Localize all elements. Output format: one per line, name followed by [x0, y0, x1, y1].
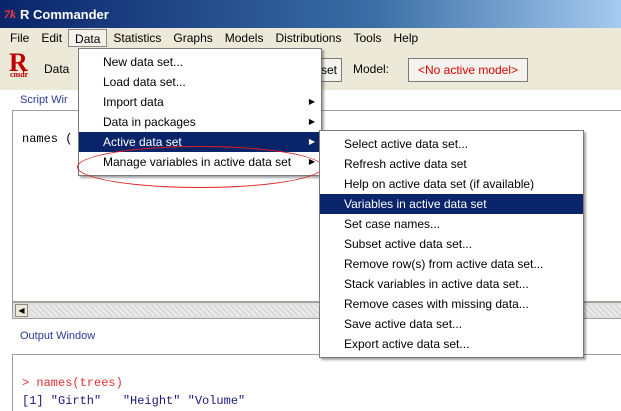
- menu-item-label: Export active data set...: [344, 337, 470, 351]
- menu-distributions[interactable]: Distributions: [269, 29, 347, 47]
- menu-item-label: Variables in active data set: [344, 197, 487, 211]
- menu-item-label: Select active data set...: [344, 137, 469, 151]
- menu-item-load-data-set[interactable]: Load data set...: [79, 72, 321, 92]
- menu-item-label: Stack variables in active data set...: [344, 277, 529, 291]
- menu-item-label: Set case names...: [344, 217, 441, 231]
- menu-item-remove-rows[interactable]: Remove row(s) from active data set...: [320, 254, 583, 274]
- menu-item-export-active-data-set[interactable]: Export active data set...: [320, 334, 583, 354]
- model-button[interactable]: <No active model>: [408, 58, 528, 82]
- menu-item-stack-variables[interactable]: Stack variables in active data set...: [320, 274, 583, 294]
- menu-item-label: Remove row(s) from active data set...: [344, 257, 544, 271]
- menu-item-save-active-data-set[interactable]: Save active data set...: [320, 314, 583, 334]
- menu-item-label: Help on active data set (if available): [344, 177, 535, 191]
- menu-item-label: Save active data set...: [344, 317, 463, 331]
- menu-item-label: Import data: [103, 95, 164, 109]
- menu-item-label: New data set...: [103, 55, 184, 69]
- menu-item-variables-in-active-data-set[interactable]: Variables in active data set: [320, 194, 583, 214]
- scroll-left-icon[interactable]: ◀: [15, 304, 28, 317]
- app-logo-icon: 7k: [4, 6, 16, 21]
- menu-item-refresh-active-data-set[interactable]: Refresh active data set: [320, 154, 583, 174]
- model-label: Model:: [353, 62, 390, 76]
- menu-item-label: Data in packages: [103, 115, 196, 129]
- menu-item-remove-cases-missing[interactable]: Remove cases with missing data...: [320, 294, 583, 314]
- menu-graphs[interactable]: Graphs: [167, 29, 218, 47]
- submenu-arrow-icon: ▶: [308, 117, 315, 126]
- menu-item-subset-active-data-set[interactable]: Subset active data set...: [320, 234, 583, 254]
- menu-item-label: Refresh active data set: [344, 157, 467, 171]
- submenu-arrow-icon: ▶: [308, 137, 315, 146]
- menu-edit[interactable]: Edit: [35, 29, 68, 47]
- menu-item-data-in-packages[interactable]: Data in packages ▶: [79, 112, 321, 132]
- script-window-label: Script Wir: [20, 94, 68, 106]
- menu-data[interactable]: Data: [68, 29, 108, 47]
- submenu-arrow-icon: ▶: [308, 97, 315, 106]
- menu-item-import-data[interactable]: Import data ▶: [79, 92, 321, 112]
- menu-models[interactable]: Models: [219, 29, 270, 47]
- menu-tools[interactable]: Tools: [347, 29, 387, 47]
- data-set-label: Data: [44, 62, 70, 76]
- window-title: R Commander: [20, 6, 109, 22]
- menu-item-label: Load data set...: [103, 75, 186, 89]
- r-logo-caption: cmdr: [10, 70, 29, 79]
- r-logo-icon: R cmdr: [8, 48, 38, 82]
- menu-item-help-on-active-data-set[interactable]: Help on active data set (if available): [320, 174, 583, 194]
- menu-item-select-active-data-set[interactable]: Select active data set...: [320, 134, 583, 154]
- title-bar: 7k R Commander: [0, 0, 621, 28]
- menu-statistics[interactable]: Statistics: [107, 29, 167, 47]
- menu-item-label: Remove cases with missing data...: [344, 297, 529, 311]
- menu-help[interactable]: Help: [388, 29, 425, 47]
- output-window-label: Output Window: [20, 330, 96, 342]
- menu-item-label: Subset active data set...: [344, 237, 473, 251]
- output-result: [1] "Girth" "Height" "Volume": [22, 394, 246, 408]
- output-command: > names(trees): [22, 376, 123, 390]
- active-data-set-submenu: Select active data set... Refresh active…: [319, 130, 584, 358]
- menu-bar: File Edit Data Statistics Graphs Models …: [0, 28, 621, 48]
- menu-item-new-data-set[interactable]: New data set...: [79, 52, 321, 72]
- script-text: names (: [22, 132, 73, 146]
- annotation-ellipse: [77, 146, 323, 188]
- menu-item-set-case-names[interactable]: Set case names...: [320, 214, 583, 234]
- menu-file[interactable]: File: [4, 29, 35, 47]
